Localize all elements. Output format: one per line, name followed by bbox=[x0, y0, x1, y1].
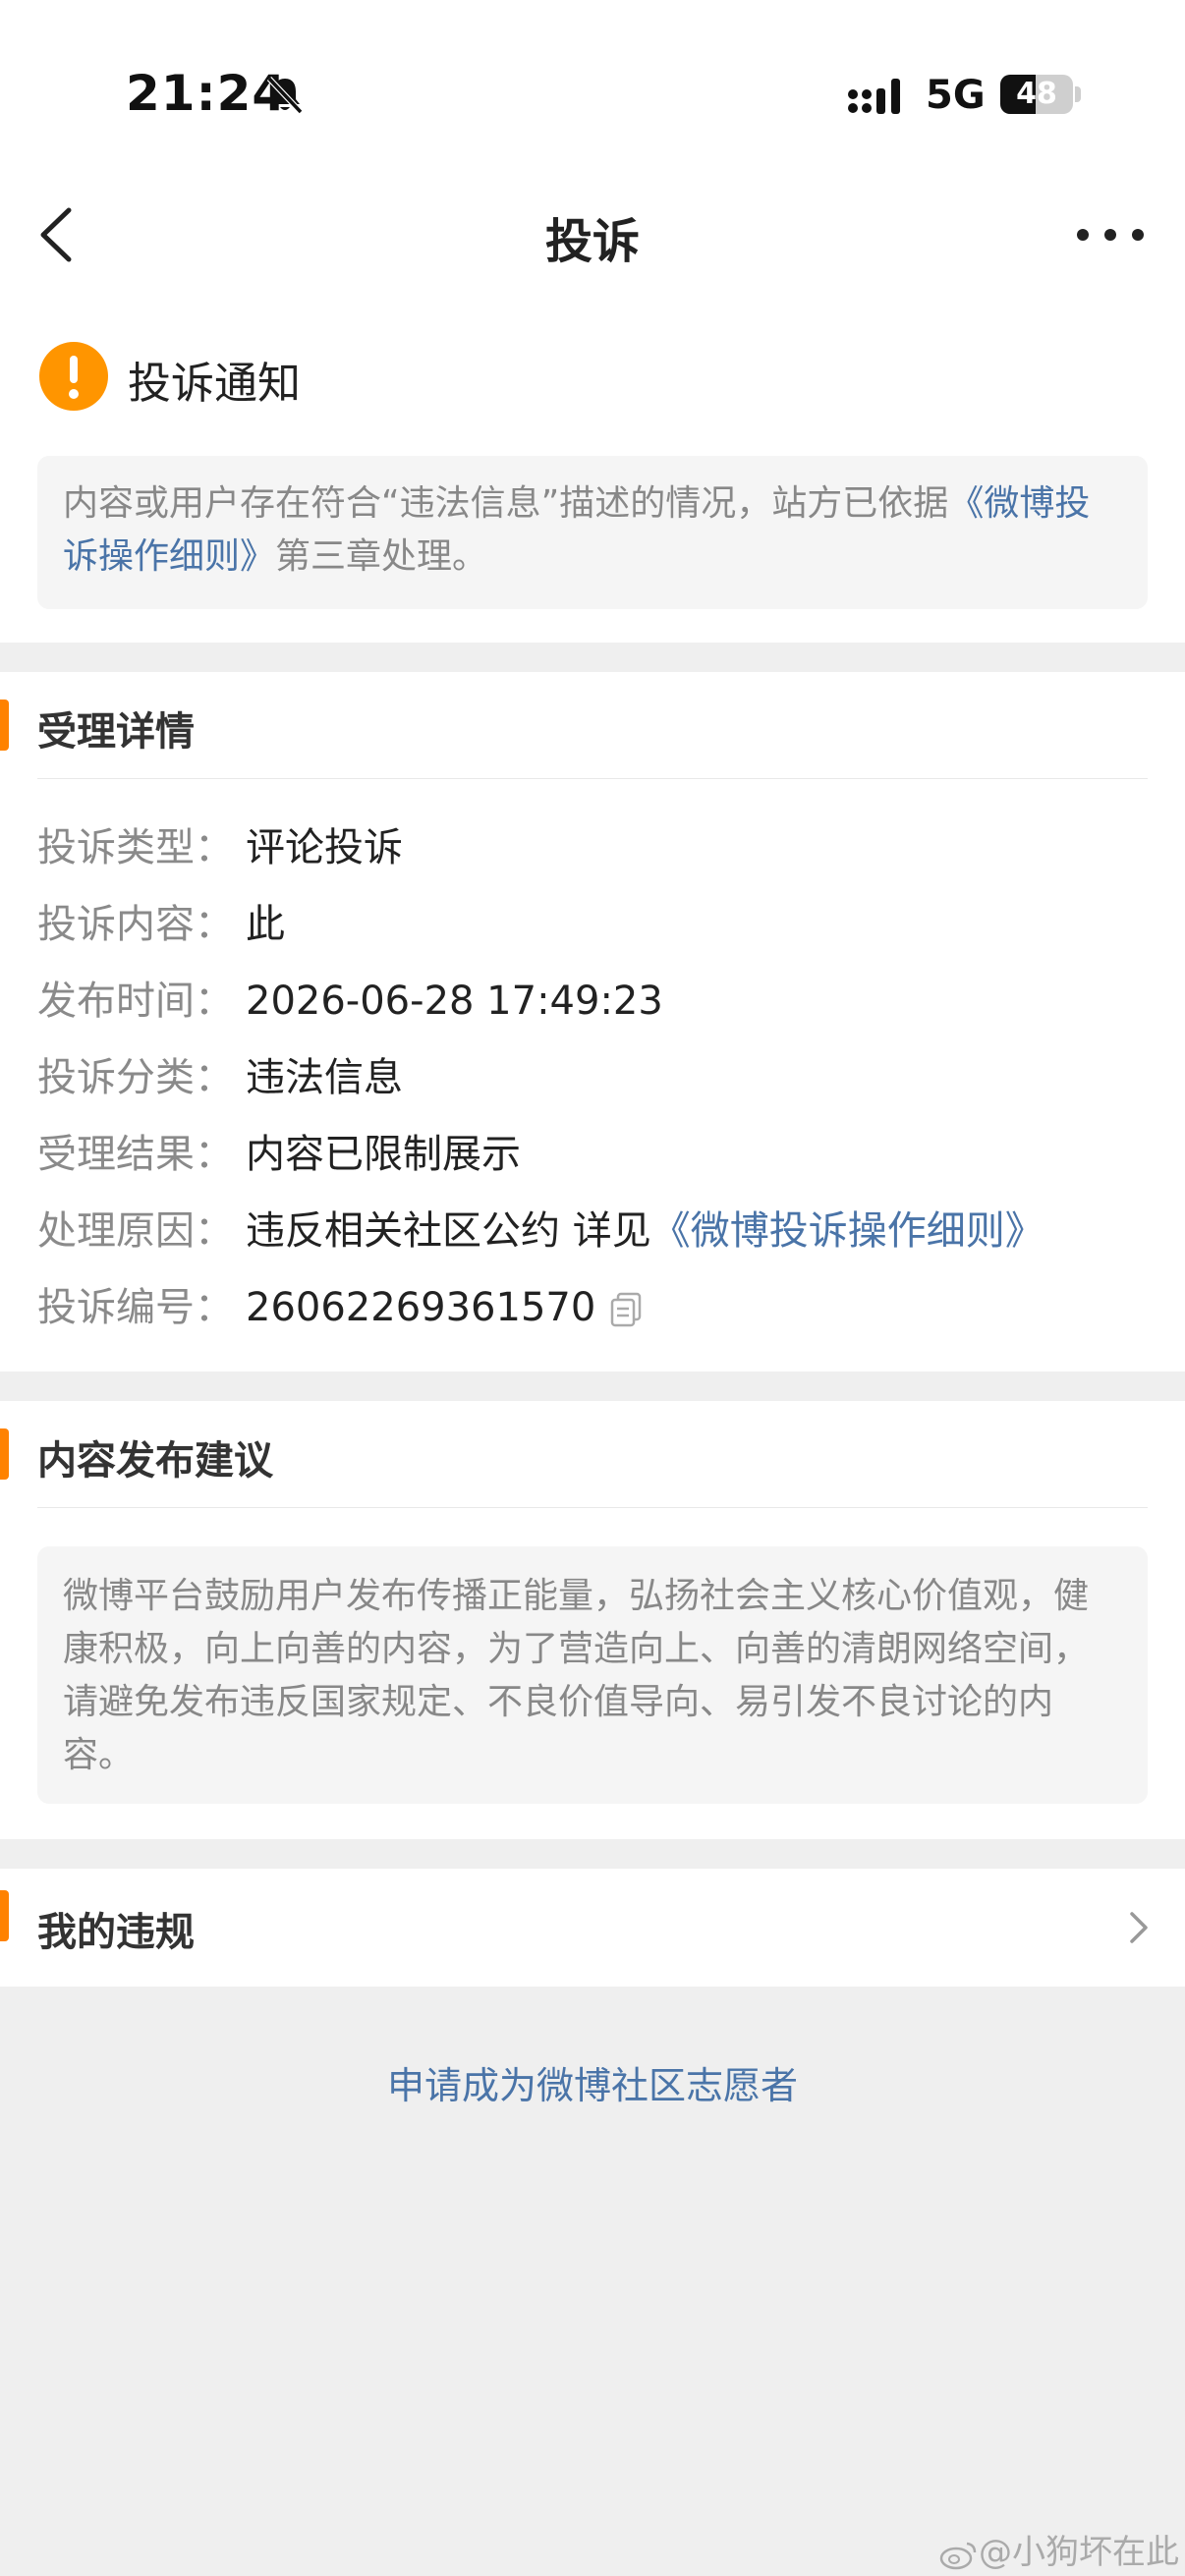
section-title: 我的违规 bbox=[37, 1910, 195, 1955]
detail-value: 违反相关社区公约 详见 bbox=[246, 1208, 651, 1254]
section-accent-bar bbox=[0, 1428, 9, 1480]
detail-row-result: 受理结果： 内容已限制展示 bbox=[37, 1126, 521, 1183]
page-title: 投诉 bbox=[544, 214, 640, 269]
more-options-icon[interactable] bbox=[1071, 210, 1150, 259]
detail-label: 受理结果： bbox=[37, 1132, 234, 1177]
detail-value: 26062269361570 bbox=[246, 1285, 596, 1330]
notice-text-end: 第三章处理。 bbox=[275, 536, 488, 577]
watermark: @小狗坏在此 bbox=[939, 2525, 1179, 2573]
section-header: 受理详情 bbox=[0, 672, 1185, 778]
chevron-right-icon bbox=[1130, 1912, 1148, 1943]
rules-link[interactable]: 《微博投诉操作细则》 bbox=[651, 1208, 1044, 1254]
detail-label: 处理原因： bbox=[37, 1208, 234, 1254]
detail-label: 投诉类型： bbox=[37, 825, 234, 870]
detail-label: 发布时间： bbox=[37, 979, 234, 1024]
detail-row-content: 投诉内容： 此 bbox=[37, 896, 285, 953]
detail-row-category: 投诉分类： 违法信息 bbox=[37, 1049, 403, 1106]
divider bbox=[37, 1507, 1148, 1508]
notice-title: 投诉通知 bbox=[128, 359, 301, 409]
detail-value: 违法信息 bbox=[246, 1055, 403, 1100]
network-type: 5G bbox=[926, 73, 986, 118]
volunteer-link[interactable]: 申请成为微博社区志愿者 bbox=[0, 2055, 1185, 2109]
notice-text: 内容或用户存在符合“违法信息”描述的情况，站方已依据 bbox=[63, 483, 949, 524]
section-accent-bar bbox=[0, 700, 9, 751]
watermark-text: @小狗坏在此 bbox=[979, 2533, 1179, 2572]
detail-label: 投诉内容： bbox=[37, 902, 234, 947]
warning-icon bbox=[39, 342, 108, 411]
my-violations-row[interactable]: 我的违规 bbox=[0, 1869, 1185, 1987]
cellular-signal-icon bbox=[848, 79, 900, 114]
detail-label: 投诉编号： bbox=[37, 1285, 234, 1330]
detail-row-time: 发布时间： 2026-06-28 17:49:23 bbox=[37, 973, 663, 1030]
divider bbox=[37, 778, 1148, 779]
battery-icon: 48 bbox=[1000, 75, 1073, 114]
section-title: 受理详情 bbox=[37, 709, 195, 755]
weibo-logo-icon bbox=[939, 2542, 977, 2569]
battery-tip bbox=[1075, 86, 1081, 102]
detail-row-number: 投诉编号： 26062269361570 bbox=[37, 1279, 643, 1336]
advice-text: 微博平台鼓励用户发布传播正能量，弘扬社会主义核心价值观，健康积极，向上向善的内容… bbox=[37, 1546, 1148, 1804]
bell-muted-icon bbox=[266, 76, 304, 115]
battery-text: 48 bbox=[1016, 77, 1057, 111]
complaint-notice-section: 投诉通知 内容或用户存在符合“违法信息”描述的情况，站方已依据《微博投诉操作细则… bbox=[0, 297, 1185, 643]
detail-value: 此 bbox=[246, 902, 285, 947]
detail-value: 评论投诉 bbox=[246, 825, 403, 870]
section-title: 内容发布建议 bbox=[37, 1438, 273, 1484]
nav-bar: 投诉 bbox=[0, 177, 1185, 298]
detail-row-reason: 处理原因： 违反相关社区公约 详见《微博投诉操作细则》 bbox=[37, 1203, 1044, 1260]
detail-row-type: 投诉类型： 评论投诉 bbox=[37, 819, 403, 876]
section-header: 内容发布建议 bbox=[0, 1401, 1185, 1507]
detail-label: 投诉分类： bbox=[37, 1055, 234, 1100]
detail-value: 内容已限制展示 bbox=[246, 1132, 521, 1177]
notice-message: 内容或用户存在符合“违法信息”描述的情况，站方已依据《微博投诉操作细则》第三章处… bbox=[37, 456, 1148, 609]
section-accent-bar bbox=[0, 1890, 9, 1941]
handling-details-section: 受理详情 投诉类型： 评论投诉 投诉内容： 此 发布时间： 2026-06-28 17… bbox=[0, 672, 1185, 1372]
status-bar: 21:24 5G 48 bbox=[0, 0, 1185, 177]
section-header: 我的违规 bbox=[0, 1869, 1185, 1987]
detail-value: 2026-06-28 17:49:23 bbox=[246, 979, 663, 1024]
copy-icon[interactable] bbox=[609, 1291, 643, 1328]
posting-advice-section: 内容发布建议 微博平台鼓励用户发布传播正能量，弘扬社会主义核心价值观，健康积极，… bbox=[0, 1401, 1185, 1839]
